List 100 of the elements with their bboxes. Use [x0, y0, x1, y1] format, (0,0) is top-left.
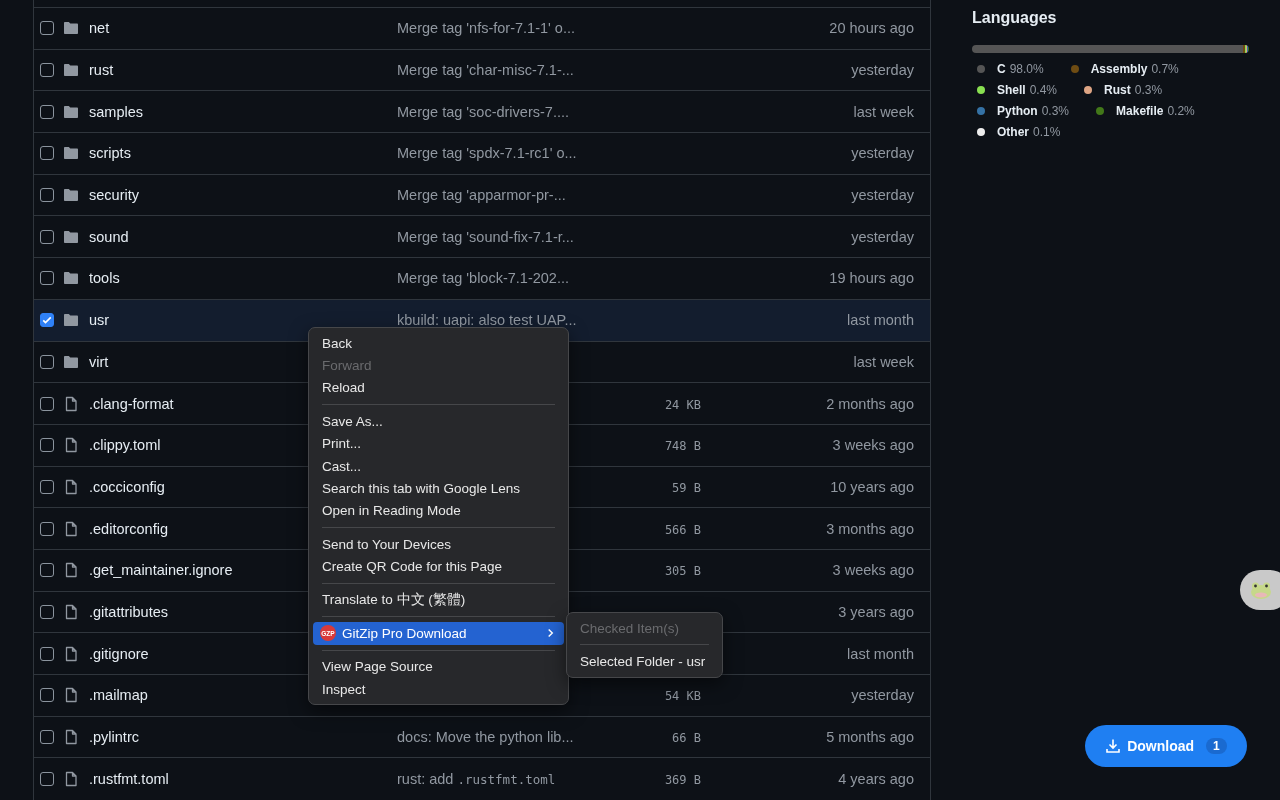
- commit-message-link[interactable]: Merge tag 'spdx-7.1-rc1' o...: [397, 145, 577, 162]
- file-name-link[interactable]: usr: [89, 312, 397, 329]
- file-name-link[interactable]: scripts: [89, 145, 397, 162]
- commit-message-link[interactable]: Merge tag 'block-7.1-202...: [397, 270, 570, 287]
- menu-item[interactable]: Back: [313, 332, 564, 355]
- folder-icon: [63, 228, 79, 245]
- menu-item[interactable]: Print...: [313, 432, 564, 455]
- language-percent: 0.2%: [1167, 104, 1195, 118]
- checkbox[interactable]: [40, 604, 54, 619]
- file-icon: [63, 729, 79, 746]
- menu-item[interactable]: Cast...: [313, 454, 564, 478]
- file-name-link[interactable]: .rustfmt.toml: [89, 770, 397, 787]
- file-icon: [63, 645, 79, 662]
- file-name-link[interactable]: tools: [89, 270, 397, 287]
- checkbox[interactable]: [40, 188, 54, 203]
- file-name-link[interactable]: .pylintrc: [89, 729, 397, 746]
- file-size: 24 KB: [664, 397, 701, 412]
- commit-time: 4 years ago: [838, 770, 914, 787]
- checkbox[interactable]: [40, 563, 54, 578]
- language-percent: 0.4%: [1029, 83, 1058, 97]
- language-name[interactable]: Assembly: [1090, 62, 1148, 76]
- language-name[interactable]: Python: [997, 104, 1038, 118]
- commit-time: 10 years ago: [830, 478, 914, 495]
- checkbox[interactable]: [40, 354, 54, 369]
- commit-message-link[interactable]: Merge tag 'soc-drivers-7....: [397, 103, 569, 120]
- commit-time: 3 months ago: [826, 520, 914, 537]
- file-name-link[interactable]: sound: [89, 228, 397, 245]
- language-percent: 0.7%: [1151, 62, 1179, 76]
- commit-time: 19 hours ago: [829, 270, 914, 287]
- checkbox[interactable]: [40, 646, 54, 661]
- language-percent: 0.3%: [1041, 104, 1070, 118]
- file-name-link[interactable]: security: [89, 187, 397, 204]
- menu-item[interactable]: Selected Folder - usr: [571, 650, 718, 673]
- menu-item[interactable]: Inspect: [313, 678, 564, 701]
- language-name[interactable]: C: [997, 62, 1006, 76]
- folder-icon: [63, 145, 79, 162]
- language-name[interactable]: Other: [997, 125, 1029, 139]
- commit-message-link[interactable]: Merge tag 'char-misc-7.1-...: [397, 62, 574, 79]
- commit-time: yesterday: [851, 228, 914, 245]
- checkbox[interactable]: [40, 146, 54, 161]
- download-icon: [1105, 738, 1122, 754]
- commit-time: last month: [847, 645, 914, 662]
- checkbox[interactable]: [40, 21, 54, 36]
- folder-icon: [63, 62, 79, 79]
- file-icon: [63, 562, 79, 579]
- menu-item[interactable]: View Page Source: [313, 655, 564, 679]
- commit-time: 3 years ago: [838, 603, 914, 620]
- checkbox[interactable]: [40, 396, 54, 411]
- language-name[interactable]: Shell: [997, 83, 1026, 97]
- menu-item[interactable]: Create QR Code for this Page: [313, 555, 564, 578]
- file-icon: [63, 770, 79, 787]
- download-button[interactable]: Download 1: [1085, 725, 1247, 767]
- commit-message-link[interactable]: kbuild: uapi: also test UAP...: [397, 312, 577, 329]
- menu-item[interactable]: Save As...: [313, 410, 564, 433]
- file-size: 305 B: [664, 564, 701, 579]
- checkbox[interactable]: [40, 313, 54, 328]
- folder-icon: [63, 20, 79, 37]
- menu-item[interactable]: Send to Your Devices: [313, 533, 564, 556]
- commit-time: last month: [847, 312, 914, 329]
- floating-extension-button[interactable]: [1240, 570, 1280, 610]
- file-icon: [63, 520, 79, 537]
- checkbox[interactable]: [40, 63, 54, 78]
- checkbox[interactable]: [40, 104, 54, 119]
- checkbox[interactable]: [40, 271, 54, 286]
- file-name-link[interactable]: samples: [89, 103, 397, 120]
- commit-message-link[interactable]: Merge tag 'apparmor-pr-...: [397, 187, 566, 204]
- commit-time: 20 hours ago: [829, 20, 914, 37]
- language-name[interactable]: Makefile: [1116, 104, 1164, 118]
- file-name-link[interactable]: net: [89, 20, 397, 37]
- checkbox[interactable]: [40, 479, 54, 494]
- file-size: 369 B: [664, 772, 701, 787]
- commit-time: last week: [853, 103, 914, 120]
- menu-item[interactable]: Reload: [313, 376, 564, 400]
- file-icon: [63, 687, 79, 704]
- checkbox[interactable]: [40, 730, 54, 745]
- menu-item[interactable]: Search this tab with Google Lens: [313, 477, 564, 500]
- commit-message-link[interactable]: docs: Move the python lib...: [397, 729, 574, 746]
- commit-time: last week: [853, 353, 914, 370]
- menu-item[interactable]: Translate to 中文 (繁體): [313, 588, 564, 612]
- checkbox[interactable]: [40, 771, 54, 786]
- commit-message-link[interactable]: Merge tag 'nfs-for-7.1-1' o...: [397, 20, 575, 37]
- folder-icon: [63, 187, 79, 204]
- checkbox[interactable]: [40, 229, 54, 244]
- commit-time: 3 weeks ago: [832, 562, 914, 579]
- commit-message-link[interactable]: Merge tag 'sound-fix-7.1-r...: [397, 228, 574, 245]
- file-icon: [63, 395, 79, 412]
- file-size: 59 B: [672, 480, 701, 495]
- frog-icon: [1249, 580, 1273, 600]
- file-icon: [63, 603, 79, 620]
- checkbox[interactable]: [40, 438, 54, 453]
- file-name-link[interactable]: rust: [89, 62, 397, 79]
- commit-message-link[interactable]: rust: add .rustfmt.toml: [397, 770, 556, 787]
- commit-time: yesterday: [851, 187, 914, 204]
- checkbox[interactable]: [40, 521, 54, 536]
- commit-time: yesterday: [851, 687, 914, 704]
- folder-icon: [63, 103, 79, 120]
- language-name[interactable]: Rust: [1104, 83, 1131, 97]
- commit-time: yesterday: [851, 62, 914, 79]
- checkbox[interactable]: [40, 688, 54, 703]
- menu-item[interactable]: Open in Reading Mode: [313, 499, 564, 523]
